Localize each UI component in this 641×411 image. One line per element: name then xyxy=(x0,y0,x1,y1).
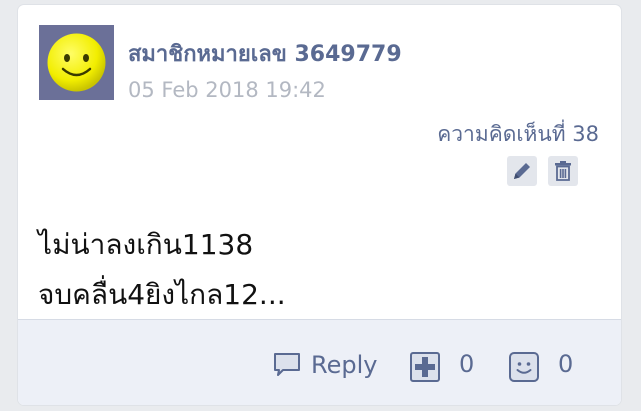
emotion-count: 0 xyxy=(558,350,574,378)
reply-label: Reply xyxy=(311,351,378,379)
smiley-icon xyxy=(509,352,539,382)
plus-count: 0 xyxy=(459,350,475,378)
comment-body-line: ไม่น่าลงเกิน1138 xyxy=(38,228,254,261)
plus-vote-button[interactable] xyxy=(410,352,440,382)
avatar[interactable] xyxy=(39,25,114,100)
speech-bubble-icon xyxy=(274,353,300,376)
comment-number-link[interactable]: ความคิดเห็นที่ 38 xyxy=(437,118,599,151)
pencil-icon xyxy=(514,163,530,179)
emotion-button[interactable] xyxy=(509,352,539,382)
edit-button[interactable] xyxy=(507,156,537,186)
delete-button[interactable] xyxy=(548,156,578,186)
comment-footer: Reply 0 0 xyxy=(18,319,621,405)
username-link[interactable]: สมาชิกหมายเลข 3649779 xyxy=(128,36,402,71)
trash-icon xyxy=(555,161,571,181)
smiley-avatar-icon xyxy=(47,33,106,92)
comment-card: สมาชิกหมายเลข 3649779 05 Feb 2018 19:42 … xyxy=(18,5,621,405)
comment-body-line: จบคลื่น4ยิงไกล12... xyxy=(38,278,286,311)
plus-icon xyxy=(410,352,440,382)
post-timestamp: 05 Feb 2018 19:42 xyxy=(128,78,326,102)
reply-button[interactable]: Reply xyxy=(273,350,377,380)
comment-body: ไม่น่าลงเกิน1138 จบคลื่น4ยิงไกล12... xyxy=(38,220,286,320)
